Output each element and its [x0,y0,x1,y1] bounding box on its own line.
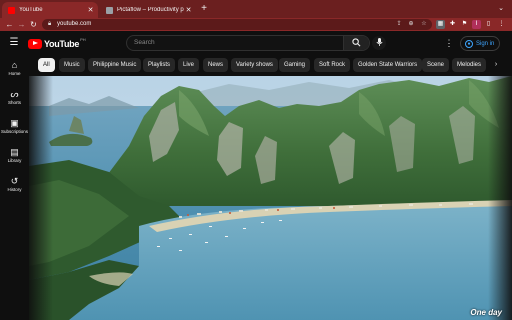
guide-item-label: Library [7,158,22,163]
settings-menu-icon[interactable]: ⋮ [444,37,454,49]
chip-soft-rock[interactable]: Soft Rock [314,58,351,72]
guide-item-subscriptions[interactable]: ▣ Subscriptions [0,115,29,143]
chip-music[interactable]: Music [59,58,85,72]
chip-playlists[interactable]: Playlists [143,58,176,72]
search-icon [352,38,361,47]
tab-title: Pictaflow – Productivity pictur... [117,7,184,13]
chip-melodies[interactable]: Melodies [452,58,486,72]
extension-pictaflow-icon[interactable]: ▦ [436,20,445,29]
youtube-masthead: ☰ YouTube PH Search ⋮ ● Sign in [0,31,512,55]
tab-youtube[interactable]: YouTube ✕ [2,2,98,18]
chip-variety-shows[interactable]: Variety shows [231,58,278,72]
microphone-icon [375,38,383,47]
guide-item-label: History [7,187,22,192]
close-tab-icon[interactable]: ✕ [86,6,95,14]
extension-flag-icon[interactable]: ⚑ [460,20,469,29]
tab-pictaflow[interactable]: Pictaflow – Productivity pictur... ✕ [100,2,196,18]
youtube-play-icon [28,38,42,49]
video-frame [29,76,512,320]
sign-in-label: Sign in [476,40,495,47]
search-box[interactable]: Search [126,35,370,51]
guide-item-shorts[interactable]: ᔕ Shorts [0,86,29,114]
guide-menu-icon[interactable]: ☰ [8,37,20,49]
new-tab-button[interactable]: + [198,3,210,15]
lock-icon[interactable]: 🔒︎ [48,19,51,30]
address-url: youtube.com [57,21,92,27]
logo-country-code: PH [80,37,86,42]
chip-gaming[interactable]: Gaming [279,58,311,72]
chip-live[interactable]: Live [178,58,200,72]
back-arrow-icon[interactable]: ← [4,19,15,30]
search-button[interactable] [343,36,369,50]
home-icon: ⌂ [11,60,18,70]
chip-all[interactable]: All [38,58,55,72]
guide-item-label: Subscriptions [0,129,28,134]
profile-avatar[interactable]: I [472,20,481,29]
reload-icon[interactable]: ↻ [28,19,39,30]
guide-rail: ⌂ Home ᔕ Shorts ▣ Subscriptions ▤ Librar… [0,55,29,320]
youtube-logo[interactable]: YouTube PH [28,37,86,49]
sidepanel-icon[interactable]: ▯ [484,20,493,29]
guide-item-label: Home [8,71,21,76]
forward-arrow-icon[interactable]: → [16,19,27,30]
voice-search-button[interactable] [372,36,386,50]
bookmark-star-icon[interactable]: ☆ [419,19,429,30]
video-player[interactable]: One day [29,76,512,320]
subscriptions-icon: ▣ [10,118,19,128]
guide-item-library[interactable]: ▤ Library [0,144,29,172]
pictaflow-favicon-icon [106,6,113,14]
video-caption: One day [470,308,502,317]
logo-text: YouTube [44,38,80,49]
install-icon[interactable]: ⊕ [406,19,416,30]
browser-toolbar: ← → ↻ 🔒︎ youtube.com ⇪ ⊕ ☆ ▦ ✚ ⚑ I ▯ ⋮ [0,18,512,31]
chip-scene[interactable]: Scene [422,58,450,72]
library-icon: ▤ [10,147,19,157]
browser-tab-strip: YouTube ✕ Pictaflow – Productivity pictu… [0,0,512,18]
guide-item-label: Shorts [7,100,21,105]
browser-menu-icon[interactable]: ⋮ [497,20,506,29]
youtube-favicon-icon [8,6,15,14]
address-bar[interactable]: 🔒︎ youtube.com ⇪ ⊕ ☆ [42,19,432,30]
tab-search-chevron-icon[interactable]: ⌄ [496,4,506,14]
chip-philippine-music[interactable]: Philippine Music [88,58,142,72]
search-input[interactable]: Search [134,36,155,50]
chip-news[interactable]: News [203,58,229,72]
tab-title: YouTube [19,7,43,13]
close-tab-icon[interactable]: ✕ [184,6,193,14]
guide-item-home[interactable]: ⌂ Home [0,57,29,85]
history-icon: ↺ [10,176,19,186]
extensions-puzzle-icon[interactable]: ✚ [448,20,457,29]
sign-in-button[interactable]: ● Sign in [460,36,500,51]
chip-bar: All Music Philippine Music Playlists Liv… [29,55,512,76]
share-icon[interactable]: ⇪ [394,19,404,30]
chip-golden-state-warriors[interactable]: Golden State Warriors [353,58,423,72]
guide-item-history[interactable]: ↺ History [0,173,29,201]
chevron-right-icon[interactable]: › [490,59,502,71]
shorts-icon: ᔕ [10,89,19,99]
account-circle-icon: ● [465,39,473,48]
